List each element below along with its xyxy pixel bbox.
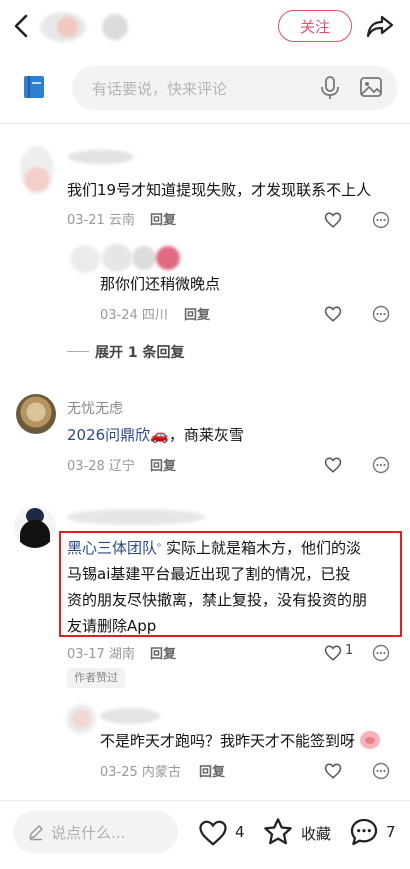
comment-text: 那你们还稍微晚点	[100, 275, 221, 293]
comment-text: 2026问鼎欣🚗，商莱灰雪	[67, 422, 244, 448]
comment-count: 7	[386, 823, 396, 841]
heart-icon	[199, 820, 227, 846]
avatar[interactable]	[14, 506, 56, 548]
more-dots-icon[interactable]	[372, 305, 390, 323]
comment-button[interactable]: 7	[348, 816, 400, 848]
avatar[interactable]	[20, 146, 54, 194]
more-dots-icon[interactable]	[372, 211, 390, 229]
follow-button[interactable]: 关注	[278, 10, 352, 42]
heart-icon[interactable]	[324, 456, 342, 474]
comment-location: 辽宁	[108, 459, 135, 474]
like-button[interactable]: 4	[198, 818, 248, 848]
heart-icon[interactable]	[324, 211, 342, 229]
author-name-blurred[interactable]	[102, 14, 128, 40]
comment-date: 03-25	[100, 765, 138, 780]
pen-icon	[27, 823, 45, 841]
collect-button[interactable]: 收藏	[262, 816, 337, 848]
collect-label: 收藏	[301, 825, 332, 843]
like-count: 1	[345, 643, 354, 658]
star-icon	[264, 818, 292, 845]
comment-meta: 03-25 内蒙古	[100, 761, 181, 780]
comment-meta: 03-17 湖南	[67, 643, 135, 662]
book-icon[interactable]	[22, 74, 46, 100]
say-input-placeholder: 说点什么...	[51, 824, 126, 842]
expand-replies-line	[67, 351, 89, 352]
reply-avatar[interactable]	[156, 246, 180, 270]
like-count: 4	[235, 823, 245, 841]
username-blurred[interactable]	[100, 708, 160, 724]
avatar[interactable]	[70, 245, 100, 273]
comment-location: 内蒙古	[141, 765, 181, 780]
comment-date: 03-17	[67, 647, 105, 662]
reply-button[interactable]: 回复	[150, 643, 176, 662]
highlight-box	[59, 531, 402, 637]
heart-icon[interactable]	[324, 305, 342, 323]
username[interactable]: 无忧无虑	[67, 398, 123, 418]
comment-location: 四川	[141, 308, 168, 323]
author-avatar[interactable]	[40, 12, 86, 42]
divider	[0, 123, 410, 124]
back-arrow-icon[interactable]	[10, 12, 34, 40]
comment-text-body: 不是昨天才跑吗？我昨天才不能签到呀	[100, 732, 356, 750]
image-icon[interactable]	[359, 75, 383, 99]
comment-text: 不是昨天才跑吗？我昨天才不能签到呀	[100, 728, 380, 754]
say-something-input[interactable]: 说点什么...	[13, 811, 178, 853]
author-liked-badge: 作者赞过	[67, 668, 125, 688]
reply-button[interactable]: 回复	[199, 761, 225, 780]
comment-date: 03-24	[100, 308, 138, 323]
username-blurred[interactable]	[66, 509, 206, 525]
comment-location: 湖南	[108, 647, 135, 662]
topic-link[interactable]: 2026问鼎欣	[67, 426, 150, 444]
avatar[interactable]	[66, 704, 96, 734]
top-bar: 关注	[0, 0, 410, 56]
comment-meta: 03-21 云南	[67, 209, 135, 228]
username-blurred[interactable]	[68, 150, 134, 164]
more-dots-icon[interactable]	[372, 762, 390, 780]
avatar[interactable]	[16, 394, 56, 434]
comment-input[interactable]: 有话要说，快来评论	[72, 66, 397, 110]
comment-location: 云南	[108, 213, 135, 228]
comment-meta: 03-28 辽宁	[67, 455, 135, 474]
username-blurred[interactable]	[132, 246, 156, 270]
share-icon[interactable]	[364, 10, 396, 42]
comment-text: 我们19号才知道提现失败，才发现联系不上人	[67, 181, 372, 199]
more-dots-icon[interactable]	[372, 456, 390, 474]
comment-input-placeholder: 有话要说，快来评论	[92, 80, 228, 98]
heart-icon[interactable]	[324, 644, 342, 662]
comment-date: 03-21	[67, 213, 105, 228]
expand-replies-button[interactable]: 展开 1 条回复	[95, 342, 185, 362]
mic-icon[interactable]	[318, 75, 342, 101]
comment-bubble-icon	[350, 818, 378, 846]
username-blurred[interactable]	[102, 244, 132, 272]
more-dots-icon[interactable]	[372, 644, 390, 662]
comment-text-rest: 🚗，商莱灰雪	[150, 426, 244, 444]
heart-icon[interactable]	[324, 762, 342, 780]
reply-button[interactable]: 回复	[184, 304, 210, 323]
reply-button[interactable]: 回复	[150, 209, 176, 228]
reply-button[interactable]: 回复	[150, 455, 176, 474]
comment-meta: 03-24 四川	[100, 304, 168, 323]
comment-date: 03-28	[67, 459, 105, 474]
pig-emoji-icon	[359, 731, 380, 749]
